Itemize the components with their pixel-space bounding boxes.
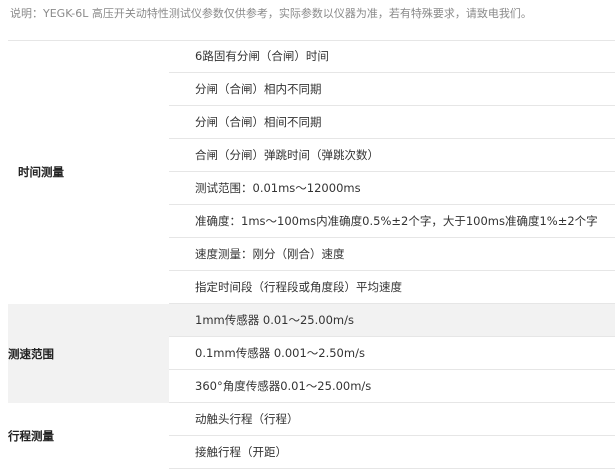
group-title: 时间测量 (18, 165, 64, 179)
group-title: 行程测量 (8, 429, 54, 443)
spec-row: 速度测量：刚分（刚合）速度 (169, 238, 615, 271)
spec-group-speed: 测速范围 1mm传感器 0.01～25.00m/s 0.1mm传感器 0.001… (8, 304, 615, 403)
group-rows: 1mm传感器 0.01～25.00m/s 0.1mm传感器 0.001～2.50… (169, 304, 615, 403)
spec-row: 6路固有分闸（合闸）时间 (169, 40, 615, 73)
spec-row: 动触头行程（行程） (169, 403, 615, 436)
spec-row: 合闸（分闸）弹跳时间（弹跳次数） (169, 139, 615, 172)
spec-row: 准确度：1ms～100ms内准确度0.5%±2个字，大于100ms准确度1%±2… (169, 205, 615, 238)
spec-row: 1mm传感器 0.01～25.00m/s (169, 304, 615, 337)
spec-table: 时间测量 6路固有分闸（合闸）时间 分闸（合闸）相内不同期 分闸（合闸）相间不同… (8, 40, 615, 469)
spec-row: 接触行程（开距） (169, 436, 615, 469)
spec-row: 分闸（合闸）相内不同期 (169, 73, 615, 106)
spec-note: 说明：YEGK-6L 高压开关动特性测试仪参数仅供参考，实际参数以仪器为准，若有… (10, 7, 532, 20)
spec-row: 指定时间段（行程段或角度段）平均速度 (169, 271, 615, 304)
group-rows: 6路固有分闸（合闸）时间 分闸（合闸）相内不同期 分闸（合闸）相间不同期 合闸（… (169, 40, 615, 304)
group-heading: 测速范围 (8, 304, 169, 403)
group-heading: 行程测量 (8, 403, 169, 469)
spec-row: 0.1mm传感器 0.001～2.50m/s (169, 337, 615, 370)
group-rows: 动触头行程（行程） 接触行程（开距） (169, 403, 615, 469)
spec-group-time: 时间测量 6路固有分闸（合闸）时间 分闸（合闸）相内不同期 分闸（合闸）相间不同… (8, 40, 615, 304)
group-title: 测速范围 (8, 346, 54, 361)
spec-row: 测试范围：0.01ms～12000ms (169, 172, 615, 205)
spec-group-stroke: 行程测量 动触头行程（行程） 接触行程（开距） (8, 403, 615, 469)
spec-row: 分闸（合闸）相间不同期 (169, 106, 615, 139)
spec-row: 360°角度传感器0.01～25.00m/s (169, 370, 615, 403)
group-heading: 时间测量 (8, 40, 169, 304)
